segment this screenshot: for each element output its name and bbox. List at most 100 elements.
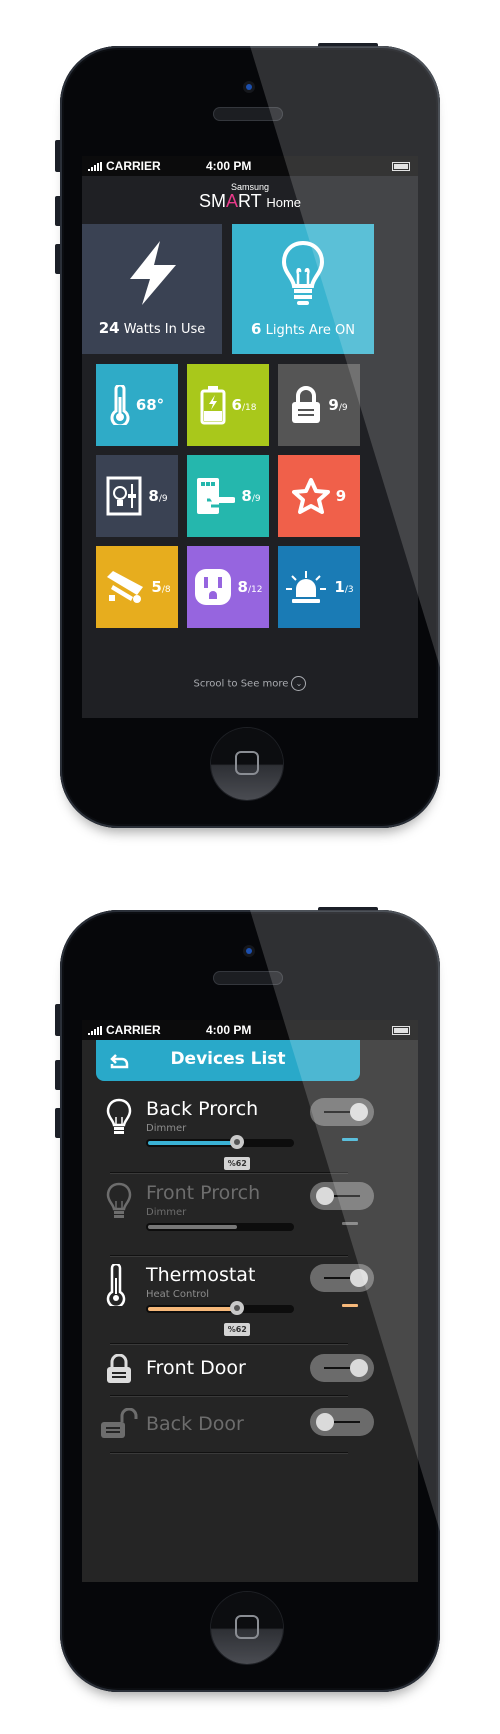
tile-thermostat[interactable]: 68°: [96, 364, 178, 446]
tile-cameras[interactable]: 5/8: [96, 546, 178, 628]
siren-icon: [286, 571, 327, 603]
front-camera: [243, 945, 255, 957]
brand-accent: A: [225, 191, 238, 211]
brand-sub: Home: [266, 195, 302, 210]
tile-value: 68°: [135, 396, 165, 414]
volume-up-button[interactable]: [55, 196, 60, 226]
power-button[interactable]: [318, 907, 378, 911]
heat-slider[interactable]: %62: [146, 1301, 294, 1336]
tile-power-usage[interactable]: 24 Watts In Use: [82, 224, 222, 354]
device-name: Front Door: [146, 1357, 246, 1379]
lock-toggle[interactable]: [310, 1354, 374, 1382]
toggle-thumb: [316, 1413, 334, 1431]
slider-handle[interactable]: [230, 1135, 245, 1149]
dimmer-slider[interactable]: %62: [146, 1135, 294, 1170]
carrier-label: CARRIER: [106, 159, 161, 173]
brand-product: SMART Home: [82, 191, 418, 212]
tile-battery[interactable]: 6/18: [187, 364, 269, 446]
tile-locks[interactable]: 9/9: [278, 364, 360, 446]
status-bar: CARRIER 4:00 PM: [82, 156, 418, 176]
tile-door-locks[interactable]: 8/9: [187, 455, 269, 537]
slider-handle[interactable]: [230, 1301, 245, 1315]
power-button[interactable]: [318, 43, 378, 47]
lightbulb-icon: [281, 240, 325, 305]
divider: [110, 1255, 348, 1256]
brand-suffix: RT: [237, 191, 262, 211]
device-type: Dimmer: [146, 1207, 187, 1218]
tile-value: 8/9: [148, 487, 168, 505]
battery-icon: [392, 1026, 410, 1035]
carrier-label: CARRIER: [106, 1023, 161, 1037]
toggle-thumb: [350, 1359, 368, 1377]
tile-value: 8/12: [237, 578, 263, 596]
dimmer-switch-icon: [106, 476, 142, 516]
padlock-closed-icon: [107, 1354, 131, 1383]
signal-icon: [88, 162, 102, 171]
screen: CARRIER 4:00 PM Devices List Back Prorch…: [82, 1020, 418, 1582]
star-icon: [291, 478, 330, 514]
dimmer-slider[interactable]: [146, 1223, 294, 1231]
toggle-thumb: [350, 1269, 368, 1287]
tile-alarms[interactable]: 1/3: [278, 546, 360, 628]
tile-dimmer-switches[interactable]: 8/9: [96, 455, 178, 537]
front-camera: [243, 81, 255, 93]
padlock-icon: [292, 386, 321, 423]
tile-value: 6/18: [231, 396, 257, 414]
volume-up-button[interactable]: [55, 1060, 60, 1090]
app-logo: Samsung SMART Home: [82, 176, 418, 222]
slider-value-tooltip: %62: [224, 1157, 251, 1170]
device-name: Thermostat: [146, 1264, 256, 1286]
toggle-track: [334, 1421, 360, 1423]
power-usage-label: 24 Watts In Use: [98, 319, 206, 337]
scroll-hint-label: Scrool to See more: [193, 678, 289, 690]
chevron-down-icon[interactable]: ⌄: [291, 676, 307, 691]
divider: [110, 1343, 348, 1344]
slider-value-tooltip: %62: [224, 1323, 251, 1336]
mute-switch[interactable]: [55, 140, 60, 172]
volume-down-button[interactable]: [55, 244, 60, 274]
home-button[interactable]: [211, 728, 283, 800]
tile-value: 1/3: [334, 578, 354, 596]
signal-icon: [88, 1026, 102, 1035]
toggle-track: [324, 1111, 350, 1113]
screen: CARRIER 4:00 PM Samsung SMART Home 24 Wa…: [82, 156, 418, 718]
volume-down-button[interactable]: [55, 1108, 60, 1138]
lock-toggle[interactable]: [310, 1408, 374, 1436]
battery-icon: [392, 162, 410, 171]
page-title: Devices List: [170, 1049, 286, 1069]
device-name: Back Prorch: [146, 1098, 259, 1120]
tile-value: 5/8: [151, 578, 171, 596]
toggle-track: [334, 1195, 360, 1197]
divider: [110, 1172, 348, 1173]
tile-value: 8/9: [241, 487, 261, 505]
thermometer-icon: [106, 1264, 126, 1306]
tile-favorites[interactable]: 9: [278, 455, 360, 537]
home-button[interactable]: [211, 1592, 283, 1664]
thermometer-icon: [110, 385, 130, 425]
power-outlet-icon: [194, 569, 231, 605]
power-toggle[interactable]: [310, 1098, 374, 1126]
brand-prefix: SM: [198, 191, 226, 211]
security-camera-icon: [107, 571, 144, 603]
power-toggle[interactable]: [310, 1264, 374, 1292]
status-bar: CARRIER 4:00 PM: [82, 1020, 418, 1040]
device-type: Dimmer: [146, 1123, 187, 1134]
tile-lights-on[interactable]: 6 Lights Are ON: [232, 224, 374, 354]
battery-icon: [200, 386, 226, 425]
tile-value: 9: [335, 487, 347, 505]
lightbulb-icon: [106, 1182, 132, 1218]
tile-outlets[interactable]: 8/12: [187, 546, 269, 628]
lightning-icon: [130, 241, 176, 305]
slider-fill: [148, 1307, 238, 1311]
device-name: Back Door: [146, 1413, 244, 1435]
power-toggle[interactable]: [310, 1182, 374, 1210]
mute-switch[interactable]: [55, 1004, 60, 1036]
lightbulb-icon: [106, 1098, 132, 1134]
divider: [110, 1452, 348, 1453]
slider-fill: [148, 1141, 238, 1145]
status-indicator: [342, 1304, 358, 1307]
toggle-thumb: [316, 1187, 334, 1205]
keypad-lock-icon: [197, 478, 236, 514]
scroll-hint[interactable]: Scrool to See more ⌄: [82, 676, 418, 691]
clock: 4:00 PM: [206, 159, 252, 173]
